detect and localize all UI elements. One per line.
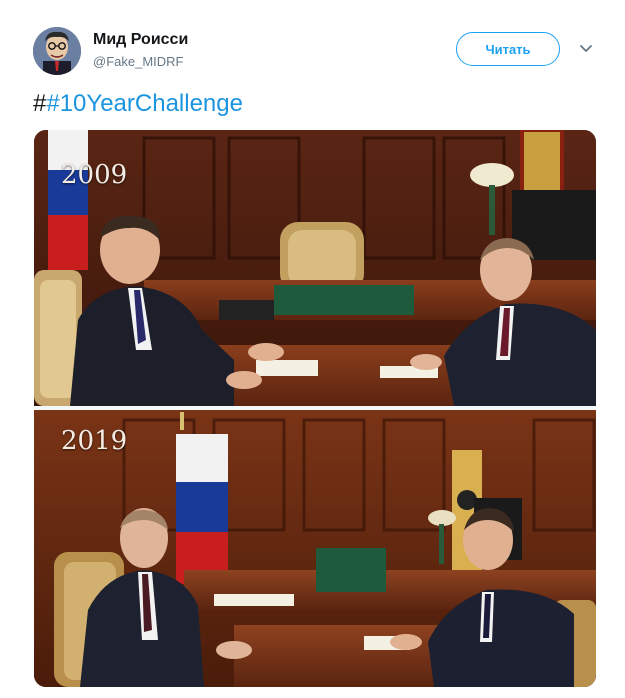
year-label-2019: 2019 [61,426,128,456]
photo-2019: 2019 [34,410,596,687]
tweet-text: ##10YearChallenge [33,90,243,118]
tweet-media[interactable]: 2009 2019 [34,130,596,687]
tweet-header: Мид Роисси @Fake_MIDRF Читать [0,0,625,90]
author-avatar[interactable] [33,27,81,75]
author-handle[interactable]: @Fake_MIDRF [93,54,184,69]
tweet-text-prefix: # [33,90,47,117]
author-display-name[interactable]: Мид Роисси [93,31,188,49]
photo-2009: 2009 [34,130,596,406]
year-label-2009: 2009 [61,160,128,190]
avatar-caricature-icon [33,27,81,75]
follow-button[interactable]: Читать [456,32,560,66]
chevron-down-icon[interactable] [578,40,594,56]
hashtag-link[interactable]: #10YearChallenge [46,90,243,117]
